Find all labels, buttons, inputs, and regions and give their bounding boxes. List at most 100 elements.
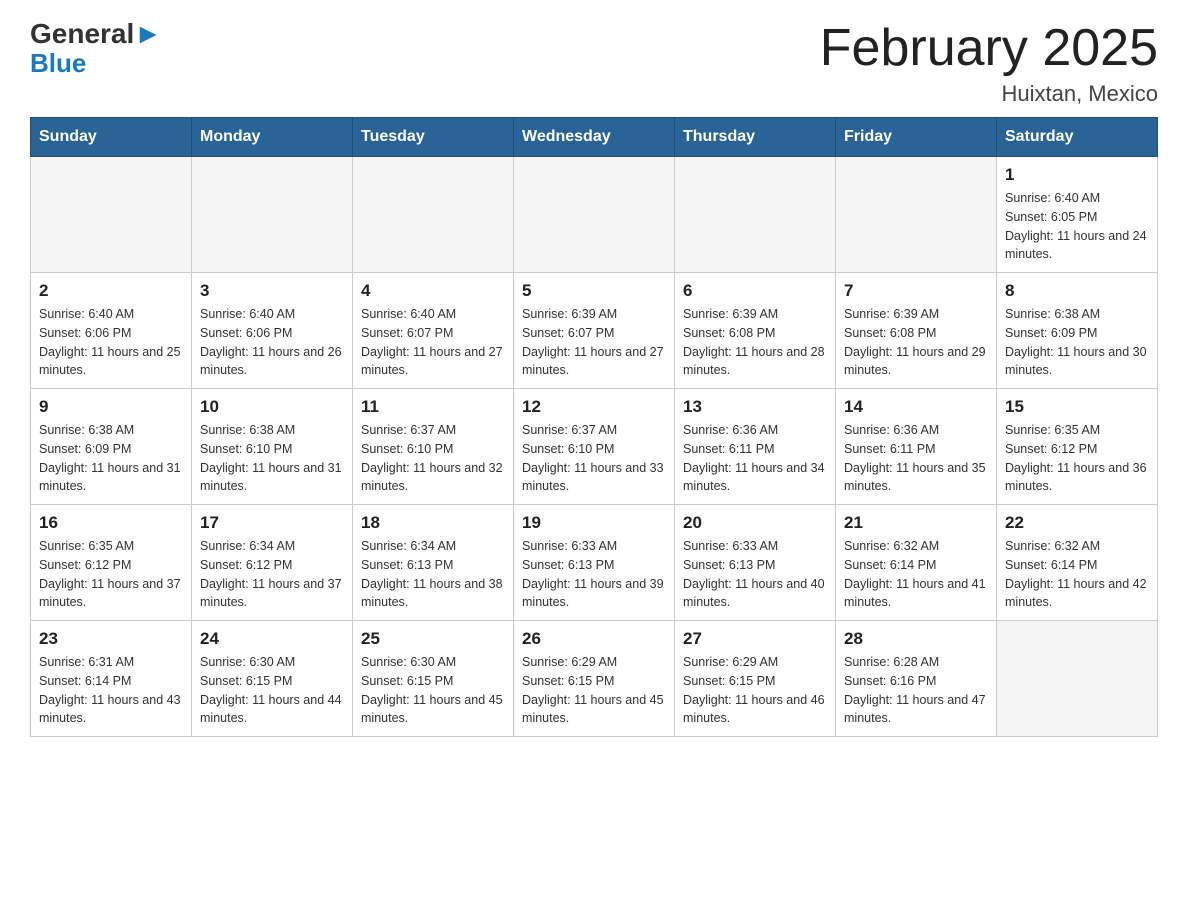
cell-day-number: 19	[522, 513, 666, 533]
calendar-header-row: Sunday Monday Tuesday Wednesday Thursday…	[31, 118, 1158, 157]
cell-day-number: 9	[39, 397, 183, 417]
table-row	[353, 157, 514, 273]
table-row: 24 Sunrise: 6:30 AMSunset: 6:15 PMDayligh…	[192, 621, 353, 737]
cell-sun-info: Sunrise: 6:35 AMSunset: 6:12 PMDaylight:…	[39, 537, 183, 612]
cell-day-number: 10	[200, 397, 344, 417]
header-monday: Monday	[192, 118, 353, 157]
cell-day-number: 14	[844, 397, 988, 417]
table-row	[675, 157, 836, 273]
cell-sun-info: Sunrise: 6:32 AMSunset: 6:14 PMDaylight:…	[844, 537, 988, 612]
cell-day-number: 2	[39, 281, 183, 301]
cell-sun-info: Sunrise: 6:30 AMSunset: 6:15 PMDaylight:…	[200, 653, 344, 728]
calendar-table: Sunday Monday Tuesday Wednesday Thursday…	[30, 117, 1158, 737]
table-row: 26 Sunrise: 6:29 AMSunset: 6:15 PMDayligh…	[514, 621, 675, 737]
cell-sun-info: Sunrise: 6:39 AMSunset: 6:07 PMDaylight:…	[522, 305, 666, 380]
table-row: 21Sunrise: 6:32 AMSunset: 6:14 PMDayligh…	[836, 505, 997, 621]
table-row: 13 Sunrise: 6:36 AMSunset: 6:11 PMDayligh…	[675, 389, 836, 505]
table-row: 25Sunrise: 6:30 AMSunset: 6:15 PMDayligh…	[353, 621, 514, 737]
table-row: 10 Sunrise: 6:38 AMSunset: 6:10 PMDayligh…	[192, 389, 353, 505]
table-row: 22Sunrise: 6:32 AMSunset: 6:14 PMDayligh…	[997, 505, 1158, 621]
page-header: General► Blue February 2025 Huixtan, Mex…	[30, 20, 1158, 107]
calendar-week-row: 9 Sunrise: 6:38 AMSunset: 6:09 PMDaylight…	[31, 389, 1158, 505]
header-thursday: Thursday	[675, 118, 836, 157]
logo-top: General►	[30, 20, 162, 48]
cell-sun-info: Sunrise: 6:40 AMSunset: 6:07 PMDaylight:…	[361, 305, 505, 380]
cell-day-number: 18	[361, 513, 505, 533]
table-row	[31, 157, 192, 273]
cell-day-number: 11	[361, 397, 505, 417]
cell-day-number: 22	[1005, 513, 1149, 533]
calendar-week-row: 23Sunrise: 6:31 AMSunset: 6:14 PMDayligh…	[31, 621, 1158, 737]
cell-sun-info: Sunrise: 6:38 AMSunset: 6:09 PMDaylight:…	[39, 421, 183, 496]
cell-day-number: 26	[522, 629, 666, 649]
cell-sun-info: Sunrise: 6:36 AMSunset: 6:11 PMDaylight:…	[683, 421, 827, 496]
cell-sun-info: Sunrise: 6:37 AMSunset: 6:10 PMDaylight:…	[522, 421, 666, 496]
header-sunday: Sunday	[31, 118, 192, 157]
table-row: 5Sunrise: 6:39 AMSunset: 6:07 PMDaylight…	[514, 273, 675, 389]
table-row: 20Sunrise: 6:33 AMSunset: 6:13 PMDayligh…	[675, 505, 836, 621]
calendar-week-row: 1 Sunrise: 6:40 AMSunset: 6:05 PMDaylight…	[31, 157, 1158, 273]
table-row: 23Sunrise: 6:31 AMSunset: 6:14 PMDayligh…	[31, 621, 192, 737]
calendar-week-row: 16 Sunrise: 6:35 AMSunset: 6:12 PMDayligh…	[31, 505, 1158, 621]
cell-sun-info: Sunrise: 6:40 AMSunset: 6:05 PMDaylight:…	[1005, 189, 1149, 264]
cell-sun-info: Sunrise: 6:34 AMSunset: 6:12 PMDaylight:…	[200, 537, 344, 612]
cell-sun-info: Sunrise: 6:36 AMSunset: 6:11 PMDaylight:…	[844, 421, 988, 496]
table-row: 1 Sunrise: 6:40 AMSunset: 6:05 PMDaylight…	[997, 157, 1158, 273]
table-row	[514, 157, 675, 273]
cell-day-number: 12	[522, 397, 666, 417]
header-friday: Friday	[836, 118, 997, 157]
table-row: 27 Sunrise: 6:29 AMSunset: 6:15 PMDayligh…	[675, 621, 836, 737]
cell-day-number: 7	[844, 281, 988, 301]
cell-sun-info: Sunrise: 6:33 AMSunset: 6:13 PMDaylight:…	[522, 537, 666, 612]
table-row: 12 Sunrise: 6:37 AMSunset: 6:10 PMDayligh…	[514, 389, 675, 505]
table-row: 4 Sunrise: 6:40 AMSunset: 6:07 PMDaylight…	[353, 273, 514, 389]
cell-sun-info: Sunrise: 6:35 AMSunset: 6:12 PMDaylight:…	[1005, 421, 1149, 496]
header-wednesday: Wednesday	[514, 118, 675, 157]
cell-day-number: 13	[683, 397, 827, 417]
logo-arrow-icon: ►	[134, 18, 162, 49]
cell-day-number: 27	[683, 629, 827, 649]
table-row: 6 Sunrise: 6:39 AMSunset: 6:08 PMDaylight…	[675, 273, 836, 389]
cell-day-number: 4	[361, 281, 505, 301]
cell-sun-info: Sunrise: 6:37 AMSunset: 6:10 PMDaylight:…	[361, 421, 505, 496]
logo: General► Blue	[30, 20, 162, 76]
calendar-subtitle: Huixtan, Mexico	[820, 81, 1158, 107]
cell-day-number: 20	[683, 513, 827, 533]
cell-day-number: 25	[361, 629, 505, 649]
table-row: 7 Sunrise: 6:39 AMSunset: 6:08 PMDaylight…	[836, 273, 997, 389]
calendar-title: February 2025	[820, 20, 1158, 77]
cell-sun-info: Sunrise: 6:38 AMSunset: 6:10 PMDaylight:…	[200, 421, 344, 496]
cell-sun-info: Sunrise: 6:40 AMSunset: 6:06 PMDaylight:…	[39, 305, 183, 380]
table-row: 3 Sunrise: 6:40 AMSunset: 6:06 PMDaylight…	[192, 273, 353, 389]
table-row: 17Sunrise: 6:34 AMSunset: 6:12 PMDayligh…	[192, 505, 353, 621]
cell-sun-info: Sunrise: 6:28 AMSunset: 6:16 PMDaylight:…	[844, 653, 988, 728]
cell-day-number: 23	[39, 629, 183, 649]
cell-day-number: 1	[1005, 165, 1149, 185]
table-row: 28Sunrise: 6:28 AMSunset: 6:16 PMDayligh…	[836, 621, 997, 737]
table-row: 18 Sunrise: 6:34 AMSunset: 6:13 PMDayligh…	[353, 505, 514, 621]
calendar-week-row: 2 Sunrise: 6:40 AMSunset: 6:06 PMDaylight…	[31, 273, 1158, 389]
table-row: 11 Sunrise: 6:37 AMSunset: 6:10 PMDayligh…	[353, 389, 514, 505]
table-row	[836, 157, 997, 273]
header-saturday: Saturday	[997, 118, 1158, 157]
cell-sun-info: Sunrise: 6:34 AMSunset: 6:13 PMDaylight:…	[361, 537, 505, 612]
cell-sun-info: Sunrise: 6:40 AMSunset: 6:06 PMDaylight:…	[200, 305, 344, 380]
table-row: 15 Sunrise: 6:35 AMSunset: 6:12 PMDayligh…	[997, 389, 1158, 505]
logo-bottom: Blue	[30, 50, 86, 76]
cell-sun-info: Sunrise: 6:39 AMSunset: 6:08 PMDaylight:…	[683, 305, 827, 380]
table-row	[997, 621, 1158, 737]
cell-day-number: 6	[683, 281, 827, 301]
title-block: February 2025 Huixtan, Mexico	[820, 20, 1158, 107]
cell-day-number: 3	[200, 281, 344, 301]
table-row: 9 Sunrise: 6:38 AMSunset: 6:09 PMDaylight…	[31, 389, 192, 505]
cell-day-number: 24	[200, 629, 344, 649]
cell-sun-info: Sunrise: 6:29 AMSunset: 6:15 PMDaylight:…	[683, 653, 827, 728]
table-row: 19 Sunrise: 6:33 AMSunset: 6:13 PMDayligh…	[514, 505, 675, 621]
cell-sun-info: Sunrise: 6:29 AMSunset: 6:15 PMDaylight:…	[522, 653, 666, 728]
cell-day-number: 16	[39, 513, 183, 533]
cell-day-number: 15	[1005, 397, 1149, 417]
cell-sun-info: Sunrise: 6:39 AMSunset: 6:08 PMDaylight:…	[844, 305, 988, 380]
cell-sun-info: Sunrise: 6:38 AMSunset: 6:09 PMDaylight:…	[1005, 305, 1149, 380]
table-row: 2 Sunrise: 6:40 AMSunset: 6:06 PMDaylight…	[31, 273, 192, 389]
table-row: 14 Sunrise: 6:36 AMSunset: 6:11 PMDayligh…	[836, 389, 997, 505]
